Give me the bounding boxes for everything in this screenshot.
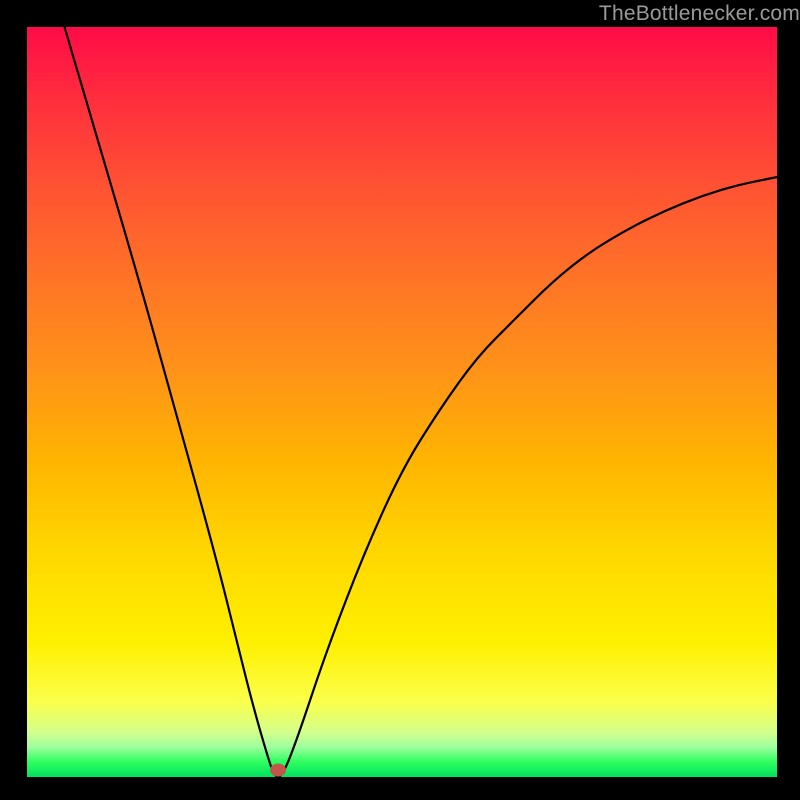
optimum-marker	[270, 763, 286, 776]
attribution-label: TheBottlenecker.com	[599, 2, 800, 26]
bottleneck-chart	[25, 25, 779, 779]
curve-svg	[27, 27, 777, 777]
bottleneck-curve	[65, 27, 778, 777]
chart-frame: TheBottlenecker.com	[0, 0, 800, 800]
